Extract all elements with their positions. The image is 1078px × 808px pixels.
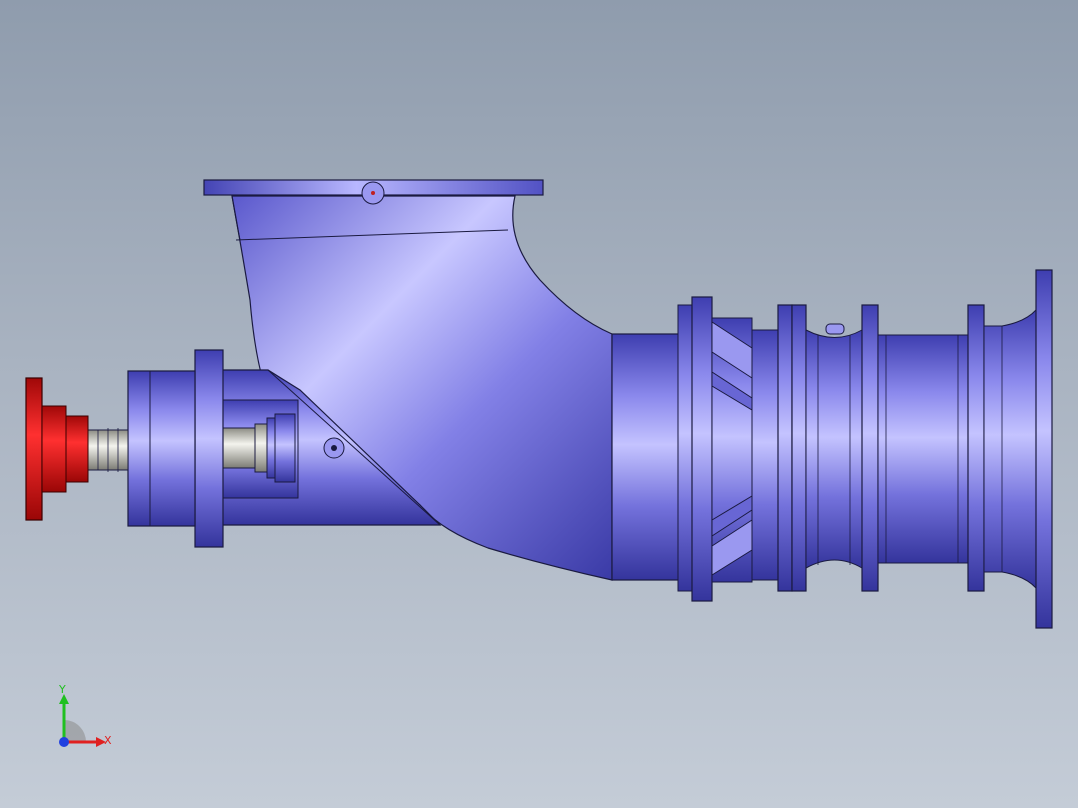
x-axis-label: X: [104, 734, 112, 747]
coupling-shaft[interactable]: [87, 428, 129, 472]
pipe-flange-3[interactable]: [967, 304, 985, 592]
pipe-flange-2[interactable]: [861, 304, 879, 592]
red-coupling[interactable]: [25, 377, 89, 521]
z-axis-dot: [59, 737, 69, 747]
pipe-section[interactable]: [805, 323, 863, 569]
pipe-flange-1[interactable]: [777, 304, 807, 592]
bearing-flange[interactable]: [127, 349, 224, 548]
pump-model[interactable]: [0, 0, 1078, 808]
outlet-pipe[interactable]: [877, 334, 969, 564]
y-axis-label: Y: [58, 683, 66, 696]
outlet-bell[interactable]: [983, 308, 1037, 590]
reference-triad: Y X: [58, 683, 112, 747]
end-flange[interactable]: [1035, 269, 1053, 629]
impeller-housing[interactable]: [611, 296, 779, 602]
graphics-viewport[interactable]: Y X: [0, 0, 1078, 808]
